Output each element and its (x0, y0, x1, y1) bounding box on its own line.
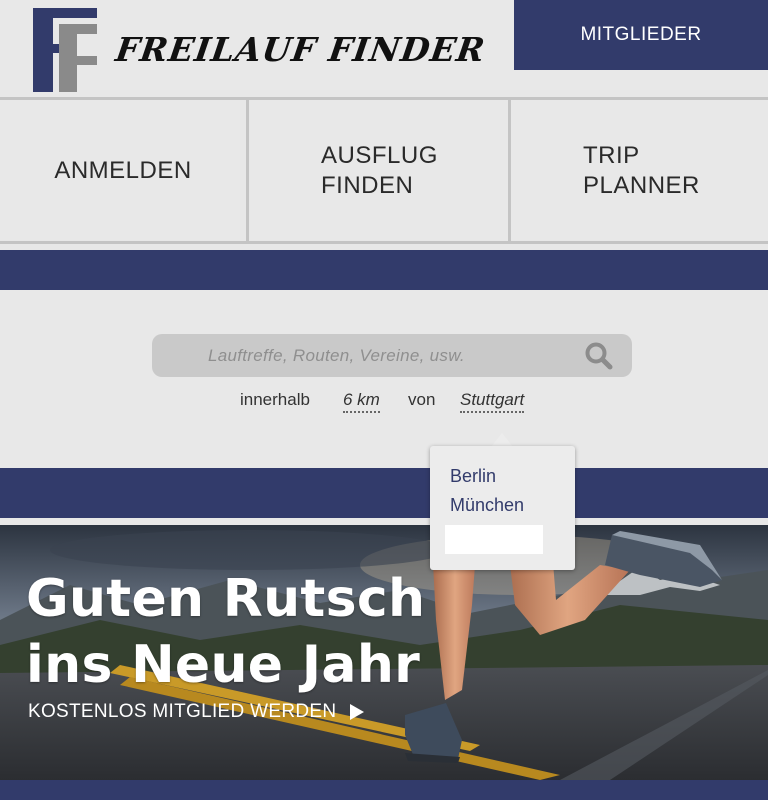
join-free-link[interactable]: KOSTENLOS MITGLIED WERDEN (28, 701, 365, 723)
dropdown-option-berlin[interactable]: Berlin (450, 466, 496, 487)
dropdown-option-muenchen[interactable]: München (450, 495, 524, 516)
radius-prefix: innerhalb (240, 390, 310, 409)
nav-divider (0, 241, 768, 244)
nav-item-trip-planner[interactable]: TRIP PLANNER (511, 100, 768, 241)
city-dropdown: Berlin München (430, 446, 575, 570)
nav-item-ausflug-finden[interactable]: AUSFLUG FINDEN (249, 100, 511, 241)
custom-city-input[interactable] (445, 525, 543, 554)
hero-banner: Guten Rutsch ins Neue Jahr KOSTENLOS MIT… (0, 525, 768, 780)
logo-icon[interactable] (33, 8, 97, 92)
search-input[interactable] (152, 334, 572, 377)
city-selector[interactable]: Stuttgart (460, 390, 525, 413)
distance-selector[interactable]: 6 km (343, 390, 380, 413)
play-arrow-icon (350, 704, 365, 720)
radius-middle: von (408, 390, 436, 409)
nav-item-label: TRIP PLANNER (583, 141, 700, 199)
header: FREILAUF FINDER MITGLIEDER (0, 0, 768, 98)
top-band (0, 250, 768, 290)
logo-wordmark: FREILAUF FINDER (113, 30, 488, 69)
nav-item-label: AUSFLUG FINDEN (321, 141, 438, 199)
main-nav: ANMELDEN AUSFLUG FINDEN TRIP PLANNER (0, 100, 768, 241)
bottom-band (0, 780, 768, 800)
members-button[interactable]: MITGLIEDER (514, 0, 768, 70)
middle-band (0, 468, 768, 518)
hero-title: Guten Rutsch ins Neue Jahr (26, 569, 426, 695)
join-free-label: KOSTENLOS MITGLIED WERDEN (28, 701, 337, 722)
search-icon[interactable] (584, 341, 614, 371)
search-bar (152, 334, 632, 377)
nav-item-label: ANMELDEN (54, 156, 192, 184)
dropdown-pointer (491, 433, 513, 447)
nav-item-anmelden[interactable]: ANMELDEN (0, 100, 249, 241)
